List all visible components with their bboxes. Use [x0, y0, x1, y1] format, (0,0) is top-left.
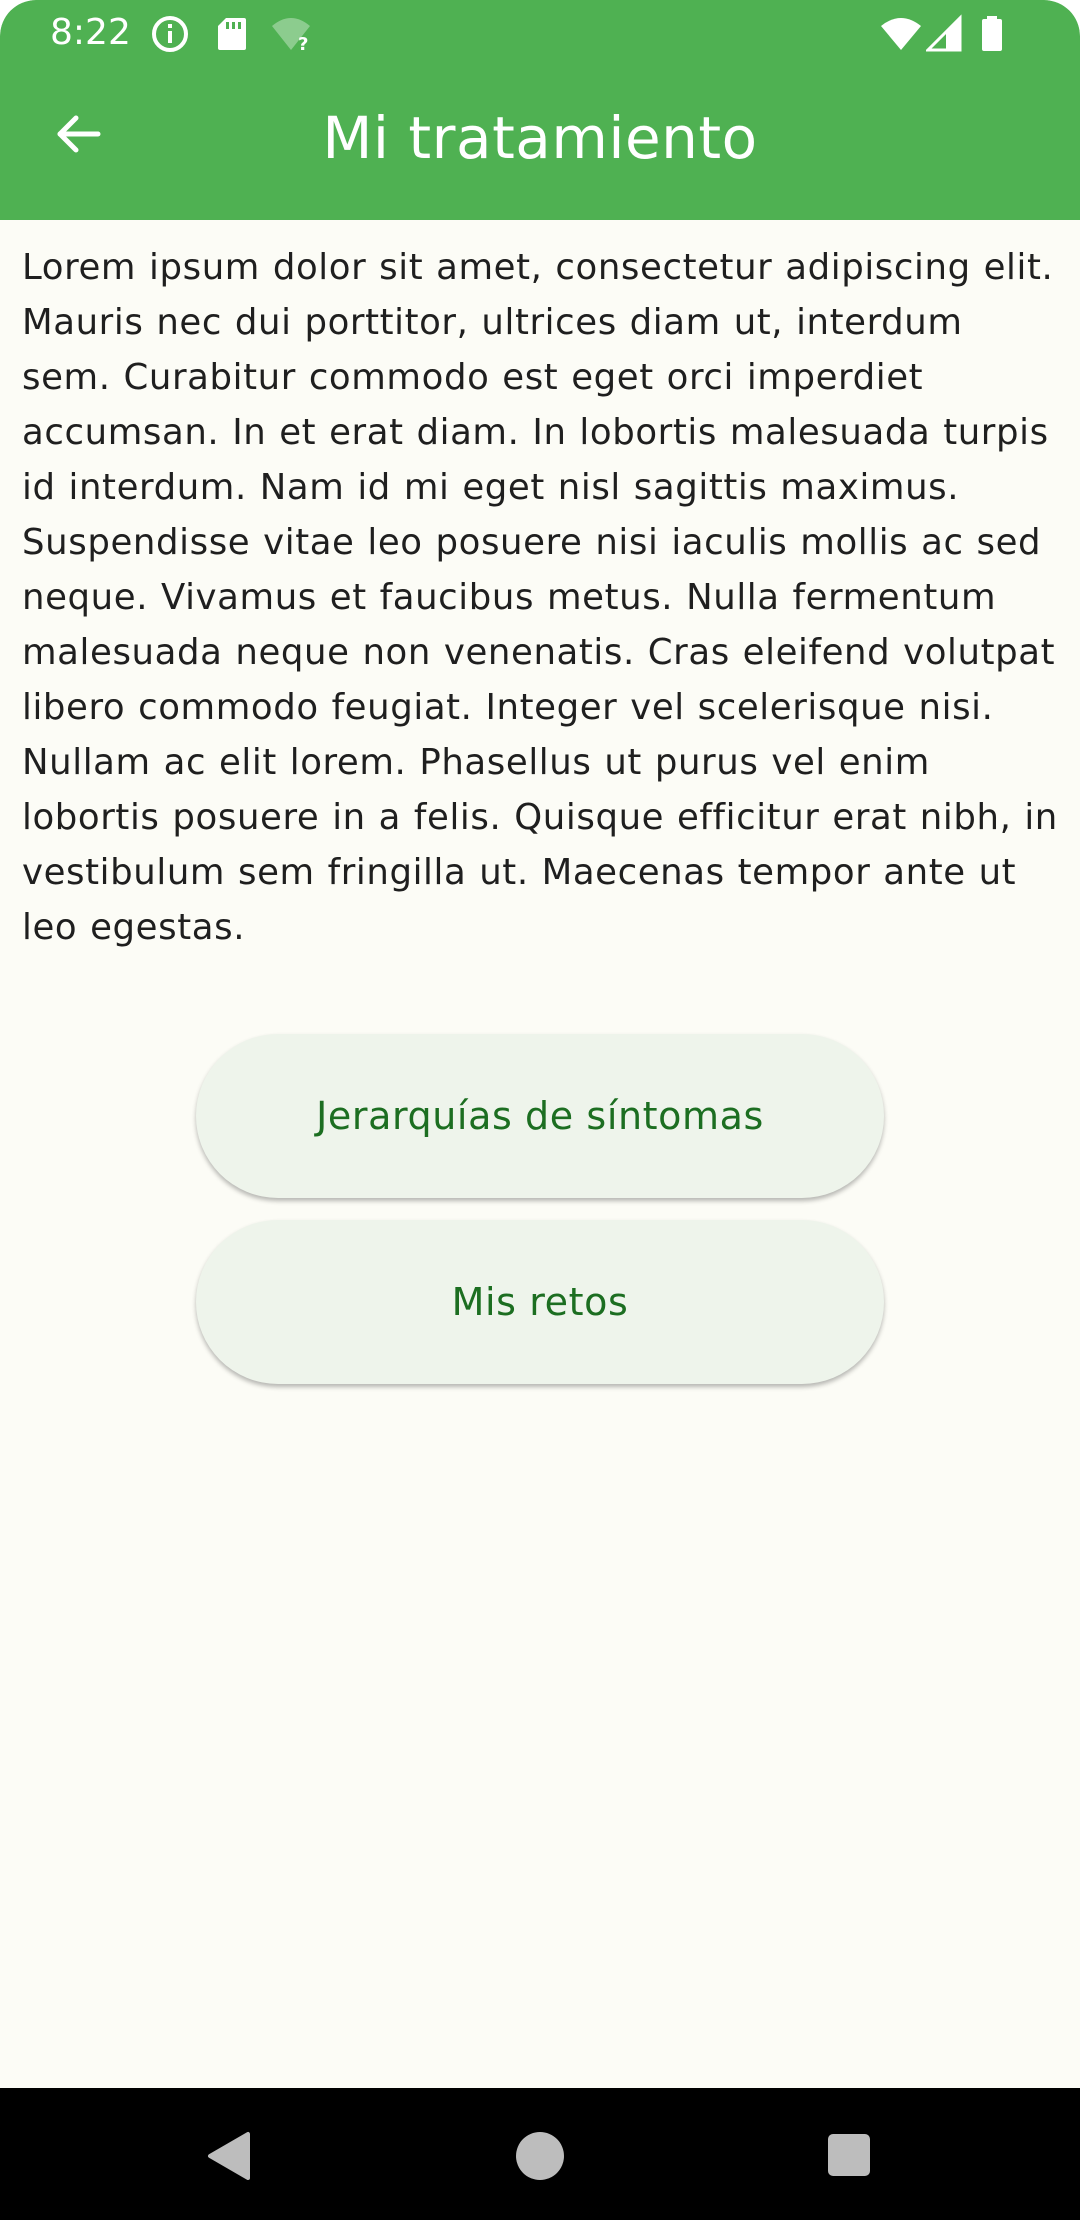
nav-back-icon[interactable]	[202, 2128, 258, 2184]
main-content: Lorem ipsum dolor sit amet, consectetur …	[22, 240, 1062, 955]
app-bar: Mi tratamiento	[0, 66, 1080, 220]
my-challenges-button-label: Mis retos	[451, 1280, 629, 1324]
page-title: Mi tratamiento	[322, 104, 758, 172]
nav-home-icon[interactable]	[512, 2128, 568, 2184]
wifi-question-icon: ?	[270, 14, 310, 55]
sd-card-icon	[212, 14, 252, 54]
system-nav-bar	[0, 2088, 1080, 2220]
info-icon	[150, 14, 190, 54]
status-time: 8:22	[50, 12, 131, 53]
signal-icon	[924, 14, 966, 54]
symptom-hierarchy-button[interactable]: Jerarquías de síntomas	[196, 1034, 884, 1198]
svg-text:?: ?	[298, 34, 308, 54]
nav-recents-icon[interactable]	[822, 2128, 878, 2184]
symptom-hierarchy-button-label: Jerarquías de síntomas	[316, 1094, 764, 1138]
status-bar: 8:22 ?	[0, 0, 1080, 66]
screen: 8:22 ? Mi tratamiento Lorem ipsum dolor …	[0, 0, 1080, 2220]
battery-icon	[978, 14, 1018, 54]
my-challenges-button[interactable]: Mis retos	[196, 1220, 884, 1384]
description-text: Lorem ipsum dolor sit amet, consectetur …	[22, 247, 1058, 948]
wifi-icon	[880, 14, 921, 54]
